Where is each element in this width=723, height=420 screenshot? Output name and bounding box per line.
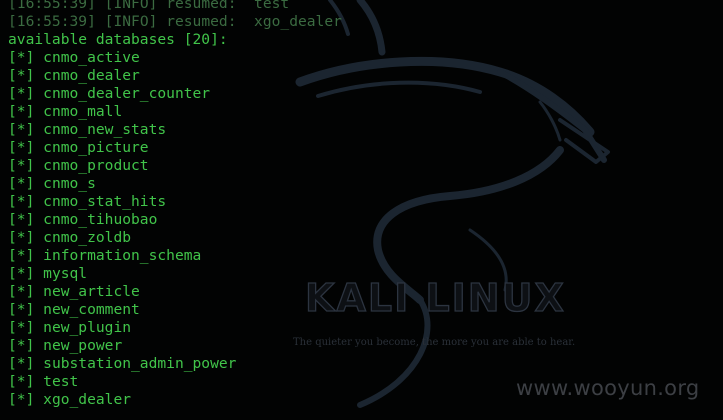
log-message: resumed: xgo_dealer xyxy=(166,13,342,30)
log-time: [16:55:39] xyxy=(8,0,96,12)
database-name: substation_admin_power xyxy=(43,355,237,372)
database-list-item: [*] information_schema xyxy=(8,247,342,265)
list-marker: [*] xyxy=(8,355,35,372)
database-name: cnmo_mall xyxy=(43,103,123,120)
database-list-item: [*] cnmo_tihuobao xyxy=(8,211,342,229)
database-list-item: [*] new_power xyxy=(8,337,342,355)
database-list-item: [*] cnmo_mall xyxy=(8,103,342,121)
list-marker: [*] xyxy=(8,139,35,156)
database-name: cnmo_zoldb xyxy=(43,229,132,246)
log-level: [INFO] xyxy=(104,0,158,12)
database-name: cnmo_product xyxy=(43,157,149,174)
list-marker: [*] xyxy=(8,265,35,282)
database-name: new_comment xyxy=(43,301,140,318)
terminal-window[interactable]: KALI LINUX The quieter you become, the m… xyxy=(0,0,723,420)
database-name: test xyxy=(43,373,79,390)
list-marker: [*] xyxy=(8,157,35,174)
database-list-item: [*] cnmo_new_stats xyxy=(8,121,342,139)
database-name: cnmo_new_stats xyxy=(43,121,167,138)
database-name: cnmo_active xyxy=(43,49,140,66)
database-list-item: [*] test xyxy=(8,373,342,391)
list-marker: [*] xyxy=(8,85,35,102)
database-list-item: [*] cnmo_active xyxy=(8,49,342,67)
database-list-item: [*] cnmo_dealer xyxy=(8,67,342,85)
database-list-item: [*] xgo_dealer xyxy=(8,391,342,409)
database-list-item: [*] new_plugin xyxy=(8,319,342,337)
database-list-item: [*] cnmo_s xyxy=(8,175,342,193)
list-marker: [*] xyxy=(8,301,35,318)
terminal-output: [16:55:39] [INFO] resumed: test [16:55:39… xyxy=(8,0,342,409)
log-message: resumed: test xyxy=(166,0,290,12)
database-name: new_plugin xyxy=(43,319,132,336)
log-time: [16:55:39] xyxy=(8,13,96,30)
database-name: cnmo_dealer xyxy=(43,67,140,84)
database-list-item: [*] cnmo_stat_hits xyxy=(8,193,342,211)
watermark: www.wooyun.org xyxy=(516,376,700,400)
database-name: new_power xyxy=(43,337,123,354)
log-level: [INFO] xyxy=(104,13,158,30)
log-line: [16:55:39] [INFO] resumed: test xyxy=(8,0,342,13)
database-list-item: [*] substation_admin_power xyxy=(8,355,342,373)
list-marker: [*] xyxy=(8,121,35,138)
list-marker: [*] xyxy=(8,319,35,336)
list-marker: [*] xyxy=(8,67,35,84)
database-name: cnmo_s xyxy=(43,175,96,192)
database-list-item: [*] cnmo_zoldb xyxy=(8,229,342,247)
list-marker: [*] xyxy=(8,175,35,192)
list-marker: [*] xyxy=(8,283,35,300)
list-marker: [*] xyxy=(8,229,35,246)
database-name: mysql xyxy=(43,265,88,282)
database-name: cnmo_picture xyxy=(43,139,149,156)
database-name: cnmo_stat_hits xyxy=(43,193,167,210)
database-list-item: [*] cnmo_product xyxy=(8,157,342,175)
databases-header: available databases [20]: xyxy=(8,31,342,49)
list-marker: [*] xyxy=(8,103,35,120)
database-list-item: [*] cnmo_dealer_counter xyxy=(8,85,342,103)
database-list-item: [*] new_comment xyxy=(8,301,342,319)
list-marker: [*] xyxy=(8,337,35,354)
database-name: information_schema xyxy=(43,247,202,264)
database-list-item: [*] mysql xyxy=(8,265,342,283)
database-name: cnmo_tihuobao xyxy=(43,211,158,228)
list-marker: [*] xyxy=(8,211,35,228)
databases-header-text: available databases [20]: xyxy=(8,31,228,48)
database-name: xgo_dealer xyxy=(43,391,132,408)
list-marker: [*] xyxy=(8,193,35,210)
list-marker: [*] xyxy=(8,373,35,390)
database-list-item: [*] cnmo_picture xyxy=(8,139,342,157)
database-list-item: [*] new_article xyxy=(8,283,342,301)
list-marker: [*] xyxy=(8,391,35,408)
database-name: cnmo_dealer_counter xyxy=(43,85,211,102)
list-marker: [*] xyxy=(8,49,35,66)
list-marker: [*] xyxy=(8,247,35,264)
log-line: [16:55:39] [INFO] resumed: xgo_dealer xyxy=(8,13,342,31)
kali-linux-logo-text: KALI LINUX xyxy=(304,276,566,320)
database-name: new_article xyxy=(43,283,140,300)
